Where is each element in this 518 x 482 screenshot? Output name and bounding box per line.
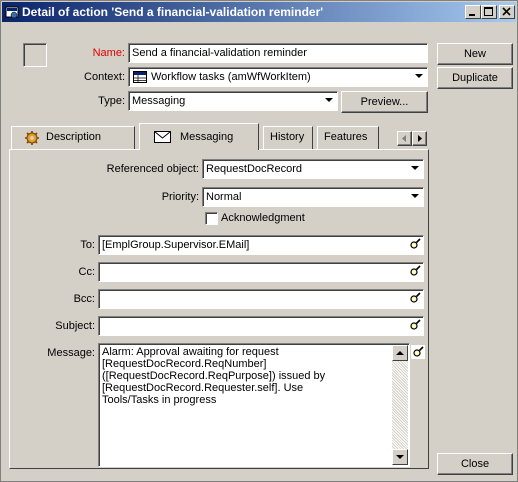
type-select[interactable]: Messaging (128, 91, 338, 111)
name-field[interactable]: Send a financial-validation reminder (128, 43, 428, 63)
priority-select[interactable]: Normal (202, 187, 424, 207)
arrow-left-icon (402, 135, 406, 142)
minimize-icon (469, 14, 475, 16)
bcc-label: Bcc: (73, 293, 95, 305)
name-label: Name: (92, 47, 125, 59)
window-app-icon (5, 5, 19, 19)
scroll-down-button[interactable] (392, 449, 408, 465)
window-title: Detail of action 'Send a financial-valid… (22, 5, 324, 19)
cc-field[interactable] (98, 262, 424, 282)
tab-history-label: History (270, 131, 305, 143)
context-select[interactable]: Workflow tasks (amWfWorkItem) (128, 67, 428, 87)
to-label: To: (80, 239, 95, 251)
duplicate-button[interactable]: Duplicate (437, 67, 513, 89)
maximize-icon (484, 7, 493, 16)
gear-icon (25, 131, 39, 145)
type-value: Messaging (132, 95, 186, 107)
priority-label: Priority: (161, 191, 199, 203)
table-icon (133, 71, 147, 83)
chevron-down-icon[interactable] (408, 189, 422, 203)
tab-features-label: Features (324, 131, 368, 143)
close-icon (502, 7, 511, 16)
minimize-button[interactable] (465, 5, 481, 19)
close-button-label: Close (460, 458, 490, 470)
context-value: Workflow tasks (amWfWorkItem) (151, 71, 311, 83)
tab-scroll-left-button[interactable] (397, 131, 412, 146)
detail-window: Detail of action 'Send a financial-valid… (0, 0, 518, 482)
chevron-down-icon[interactable] (322, 93, 336, 107)
context-label: Context: (84, 71, 125, 83)
to-field[interactable]: [EmplGroup.Supervisor.EMail] (98, 235, 424, 255)
new-button-label: New (463, 48, 486, 60)
tab-messaging-label: Messaging (180, 131, 234, 143)
acknowledgment-label[interactable]: Acknowledgment (221, 212, 305, 224)
subject-field[interactable] (98, 316, 424, 336)
close-window-button[interactable] (499, 5, 515, 19)
tab-history[interactable]: History (263, 126, 313, 149)
magnifier-icon[interactable] (408, 237, 422, 251)
referenced-object-label: Referenced object: (106, 163, 199, 175)
tab-features[interactable]: Features (317, 126, 379, 149)
magnifier-icon[interactable] (408, 318, 422, 332)
close-button[interactable]: Close (437, 453, 513, 475)
referenced-object-select[interactable]: RequestDocRecord (202, 159, 424, 179)
chevron-down-icon[interactable] (412, 69, 426, 83)
message-scrollbar[interactable] (392, 345, 408, 465)
preview-button-label: Preview... (360, 96, 409, 108)
tab-messaging[interactable]: Messaging (139, 123, 259, 150)
message-textarea[interactable]: Alarm: Approval awaiting for request [Re… (98, 343, 410, 467)
message-line: Alarm: Approval awaiting for request (102, 346, 279, 358)
new-button[interactable]: New (437, 43, 513, 65)
tab-description-label: Description (46, 131, 102, 143)
bcc-field[interactable] (98, 289, 424, 309)
to-value: [EmplGroup.Supervisor.EMail] (102, 239, 250, 251)
scroll-up-button[interactable] (392, 345, 408, 361)
action-image-box[interactable] (23, 43, 47, 67)
subject-label: Subject: (55, 320, 95, 332)
type-label: Type: (98, 95, 125, 107)
referenced-object-value: RequestDocRecord (206, 163, 302, 175)
title-bar[interactable]: Detail of action 'Send a financial-valid… (2, 2, 516, 22)
magnifier-icon[interactable] (408, 291, 422, 305)
message-line: [RequestDocRecord.Requester.self]. Use (102, 382, 304, 394)
cc-label: Cc: (78, 266, 96, 278)
message-lookup-icon[interactable] (411, 345, 425, 359)
chevron-down-icon[interactable] (408, 161, 422, 175)
arrow-up-icon (396, 351, 404, 355)
maximize-button[interactable] (481, 5, 497, 19)
tab-scroll-right-button[interactable] (412, 131, 427, 146)
duplicate-button-label: Duplicate (452, 72, 498, 84)
priority-value: Normal (206, 191, 242, 203)
tab-description[interactable]: Description (11, 126, 135, 149)
message-line: Tools/Tasks in progress (102, 394, 217, 406)
magnifier-icon[interactable] (408, 264, 422, 278)
preview-button[interactable]: Preview... (341, 91, 428, 113)
envelope-icon (154, 131, 171, 143)
message-label: Message: (47, 347, 95, 359)
arrow-right-icon (418, 135, 422, 142)
arrow-down-icon (396, 455, 404, 459)
message-line: ([RequestDocRecord.ReqPurpose]) issued b… (102, 370, 326, 382)
message-line: [RequestDocRecord.ReqNumber] (102, 358, 267, 370)
acknowledgment-checkbox[interactable] (205, 212, 218, 225)
